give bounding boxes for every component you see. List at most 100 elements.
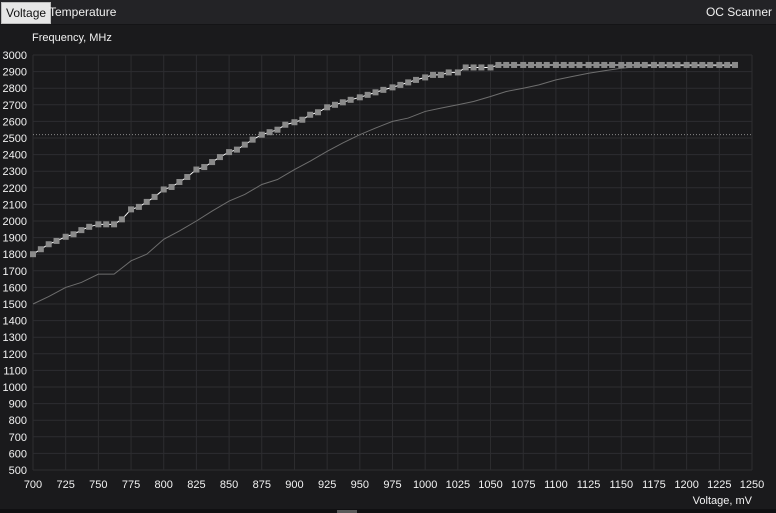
curve-point[interactable] [356, 94, 363, 101]
curve-point[interactable] [111, 221, 118, 228]
curve-point[interactable] [103, 221, 110, 228]
curve-point[interactable] [462, 64, 469, 71]
curve-point[interactable] [135, 203, 142, 210]
curve-point[interactable] [307, 111, 314, 118]
curve-point[interactable] [380, 86, 387, 93]
curve-point[interactable] [62, 233, 69, 240]
curve-point[interactable] [650, 61, 657, 68]
curve-point[interactable] [324, 104, 331, 111]
curve-point[interactable] [413, 76, 420, 83]
curve-point[interactable] [282, 121, 289, 128]
curve-point[interactable] [249, 136, 256, 143]
curve-point[interactable] [364, 91, 371, 98]
curve-point[interactable] [118, 216, 125, 223]
curve-point[interactable] [314, 109, 321, 116]
curve-point[interactable] [274, 126, 281, 133]
curve-point[interactable] [535, 61, 542, 68]
curve-point[interactable] [699, 61, 706, 68]
scrollbar-track[interactable] [0, 509, 776, 513]
curve-point[interactable] [258, 131, 265, 138]
curve-point[interactable] [732, 61, 739, 68]
curve-point[interactable] [666, 61, 673, 68]
curve-point[interactable] [143, 198, 150, 205]
curve-point[interactable] [299, 116, 306, 123]
curve-point[interactable] [626, 61, 633, 68]
curve-point[interactable] [633, 61, 640, 68]
curve-point[interactable] [331, 101, 338, 108]
frequency-curve [32, 64, 736, 255]
curve-point[interactable] [372, 89, 379, 96]
curve-point[interactable] [552, 61, 559, 68]
curve-point[interactable] [568, 61, 575, 68]
curve-point[interactable] [95, 221, 102, 228]
curve-point[interactable] [397, 81, 404, 88]
curve-point[interactable] [70, 231, 77, 238]
curve-point[interactable] [641, 61, 648, 68]
tab-oc-scanner[interactable]: OC Scanner [702, 2, 776, 22]
curve-point[interactable] [389, 84, 396, 91]
curve-point[interactable] [470, 64, 477, 71]
curve-point[interactable] [618, 61, 625, 68]
baseline-curve [32, 65, 736, 305]
curve-point[interactable] [193, 166, 200, 173]
curve-point[interactable] [241, 141, 248, 148]
curve-point[interactable] [691, 61, 698, 68]
curve-point[interactable] [422, 74, 429, 81]
curve-point[interactable] [503, 61, 510, 68]
curve-point[interactable] [184, 174, 191, 181]
curve-point[interactable] [543, 61, 550, 68]
x-tick-label: 1075 [511, 479, 535, 491]
curve-point[interactable] [160, 186, 167, 193]
curve-point[interactable] [226, 149, 233, 156]
curve-point[interactable] [658, 61, 665, 68]
curve-point[interactable] [707, 61, 714, 68]
curve-point[interactable] [724, 61, 731, 68]
curve-point[interactable] [593, 61, 600, 68]
curve-point[interactable] [128, 206, 135, 213]
curve-point[interactable] [674, 61, 681, 68]
curve-point[interactable] [520, 61, 527, 68]
curve-point[interactable] [437, 71, 444, 78]
curve-point[interactable] [151, 193, 158, 200]
curve-point[interactable] [201, 164, 208, 171]
curve-point[interactable] [528, 61, 535, 68]
curve-point[interactable] [347, 96, 354, 103]
curve-point[interactable] [601, 61, 608, 68]
curve-point[interactable] [487, 64, 494, 71]
voltage-frequency-chart[interactable]: 500 600 700 800 900 1000 1100 1200 1300 1400 1500 1… [0, 24, 776, 509]
y-tick-label: 600 [9, 448, 27, 460]
curve-point[interactable] [176, 178, 183, 185]
curve-point[interactable] [560, 61, 567, 68]
curve-point[interactable] [511, 61, 518, 68]
y-tick-label: 2600 [3, 116, 27, 128]
curve-point[interactable] [576, 61, 583, 68]
tab-temperature[interactable]: Temperature [45, 2, 120, 22]
curve-point[interactable] [478, 64, 485, 71]
curve-point[interactable] [233, 146, 240, 153]
curve-point[interactable] [716, 61, 723, 68]
x-tick-label: 1175 [642, 479, 666, 491]
curve-point[interactable] [78, 227, 85, 234]
curve-point[interactable] [454, 69, 461, 76]
curve-point[interactable] [609, 61, 616, 68]
curve-point[interactable] [585, 61, 592, 68]
curve-point[interactable] [216, 154, 223, 161]
x-tick-label: 750 [89, 479, 107, 491]
curve-point[interactable] [339, 99, 346, 106]
curve-point[interactable] [168, 183, 175, 190]
curve-point[interactable] [53, 237, 60, 244]
curve-point[interactable] [405, 79, 412, 86]
tab-voltage[interactable]: Voltage [1, 2, 52, 24]
curve-point[interactable] [445, 69, 452, 76]
curve-point[interactable] [37, 246, 44, 253]
curve-point[interactable] [209, 159, 216, 166]
curve-point[interactable] [495, 61, 502, 68]
curve-point[interactable] [30, 251, 36, 258]
curve-point[interactable] [683, 61, 690, 68]
curve-point[interactable] [291, 119, 298, 126]
chart-grid [32, 54, 753, 471]
curve-point[interactable] [86, 223, 93, 230]
curve-point[interactable] [45, 241, 52, 248]
curve-point[interactable] [430, 71, 437, 78]
curve-point[interactable] [266, 129, 273, 136]
